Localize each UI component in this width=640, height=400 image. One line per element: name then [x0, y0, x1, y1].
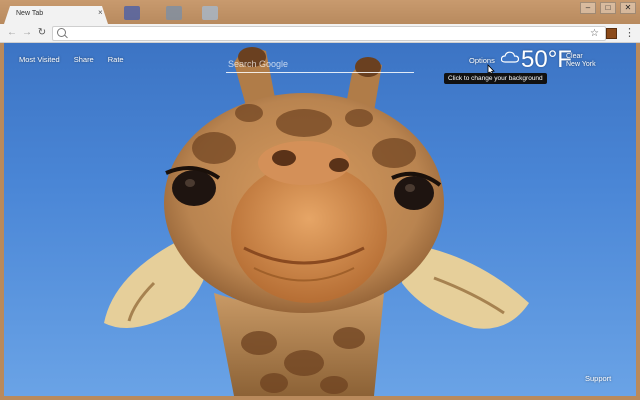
cloud-icon	[501, 51, 519, 63]
close-button[interactable]: ✕	[620, 2, 636, 14]
tab-new-tab[interactable]: New Tab ×	[4, 6, 108, 24]
extension-icon[interactable]	[606, 28, 617, 39]
bookmark-star-icon[interactable]: ☆	[590, 27, 599, 40]
background-tooltip: Click to change your background	[444, 73, 547, 84]
background-thumbnail	[166, 6, 182, 20]
window-controls: – □ ✕	[580, 2, 636, 14]
top-links: Most Visited Share Rate	[19, 55, 124, 64]
new-tab-page: Most Visited Share Rate Options 50°F Cle…	[4, 43, 636, 396]
support-link[interactable]: Support	[585, 374, 611, 383]
address-bar[interactable]: ☆	[52, 26, 606, 41]
search-icon	[57, 28, 66, 37]
title-bar: New Tab × – □ ✕	[0, 0, 640, 24]
forward-icon[interactable]: →	[21, 26, 33, 40]
most-visited-link[interactable]: Most Visited	[19, 55, 60, 64]
search-input[interactable]	[226, 56, 418, 72]
maximize-button[interactable]: □	[600, 2, 616, 14]
rate-link[interactable]: Rate	[108, 55, 124, 64]
weather-temperature[interactable]: 50°F	[521, 48, 572, 72]
back-icon[interactable]: ←	[6, 26, 18, 40]
tab-close-icon[interactable]: ×	[98, 9, 103, 17]
menu-icon[interactable]: ⋮	[624, 25, 635, 41]
tab-title: New Tab	[16, 10, 44, 17]
weather-condition: Clear	[566, 53, 583, 60]
giraffe-background-image	[104, 47, 529, 396]
browser-toolbar: ← → ↻ ☆ ⋮	[0, 24, 640, 43]
share-link[interactable]: Share	[74, 55, 94, 64]
reload-icon[interactable]: ↻	[36, 26, 48, 40]
minimize-button[interactable]: –	[580, 2, 596, 14]
background-thumbnail	[124, 6, 140, 20]
search-box	[226, 54, 418, 73]
background-thumbnail	[202, 6, 218, 20]
weather-location: New York	[566, 61, 596, 68]
